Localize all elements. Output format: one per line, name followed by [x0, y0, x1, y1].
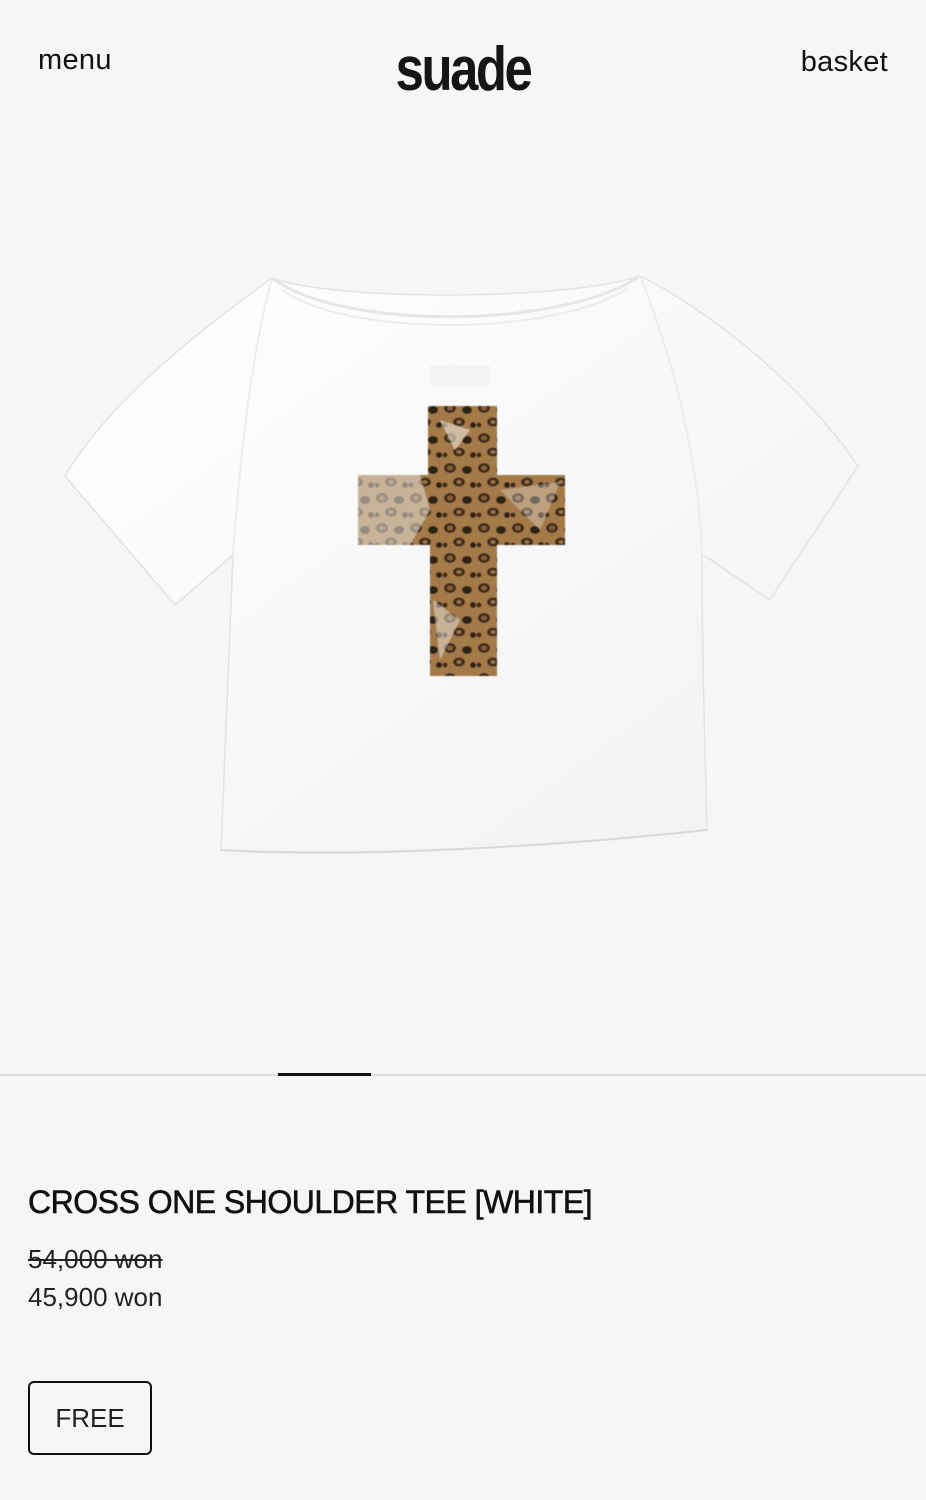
tshirt-illustration [64, 274, 859, 854]
gallery-progress-indicator[interactable] [278, 1073, 371, 1076]
basket-button[interactable]: basket [801, 46, 888, 79]
product-title: CROSS ONE SHOULDER TEE [WHITE] [28, 1184, 593, 1221]
product-image[interactable] [0, 130, 926, 1060]
size-option-free[interactable]: FREE [28, 1381, 152, 1455]
gallery-progress-track [0, 1074, 926, 1076]
original-price: 54,000 won [28, 1244, 163, 1274]
product-page: menu suade basket CROSS ONE SHOULDER TEE… [0, 0, 926, 1500]
brand-logo[interactable]: suade [83, 30, 842, 110]
sale-price: 45,900 won [28, 1282, 163, 1312]
site-header: menu suade basket [0, 0, 926, 130]
